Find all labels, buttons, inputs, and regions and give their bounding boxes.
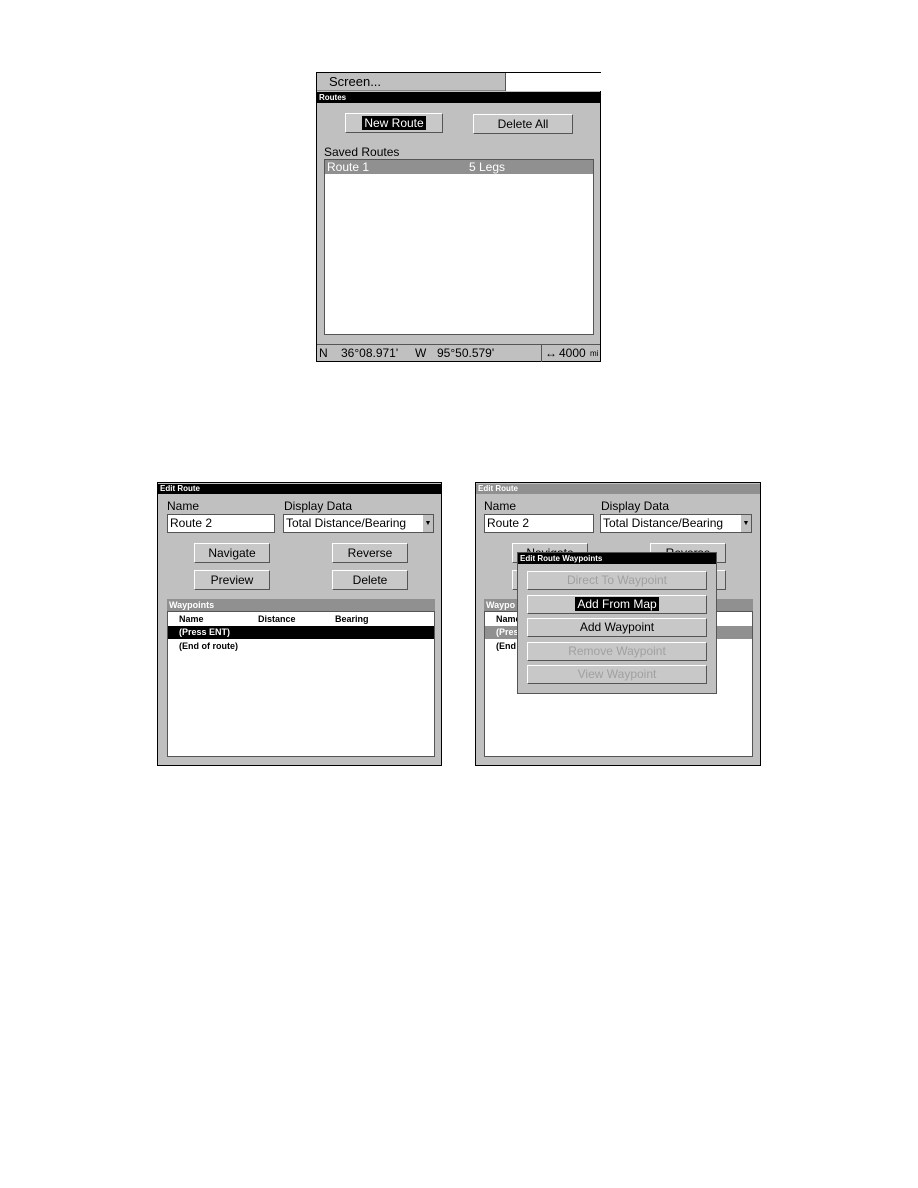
route-name: Route 1 (327, 160, 370, 174)
preview-button[interactable]: Preview (194, 570, 270, 590)
edit-route-popup-screen: Edit Route Name Route 2 Display Data Tot… (475, 482, 761, 766)
column-bearing: Bearing (335, 614, 369, 624)
zoom-unit: mi (590, 349, 599, 358)
zoom-value: 4000 (559, 346, 586, 360)
display-data-dropdown[interactable]: Total Distance/Bearing ▼ (600, 514, 752, 533)
waypoint-row[interactable]: (Press ENT) (168, 626, 434, 639)
delete-all-button[interactable]: Delete All (473, 114, 573, 134)
name-label: Name (167, 499, 200, 513)
routes-title-bar: Routes (317, 92, 600, 103)
remove-waypoint-button[interactable]: Remove Waypoint (527, 642, 707, 661)
display-data-label: Display Data (284, 499, 353, 513)
saved-routes-label: Saved Routes (324, 145, 400, 159)
saved-routes-list[interactable]: Route 1 5 Legs (324, 159, 594, 335)
display-data-value: Total Distance/Bearing (603, 516, 724, 530)
edit-route-title-bar: Edit Route (158, 484, 441, 494)
direct-to-waypoint-button[interactable]: Direct To Waypoint (527, 571, 707, 590)
lat-hemisphere: N (319, 346, 328, 360)
routes-screen: Screen... Routes New Route Delete All Sa… (316, 72, 601, 362)
name-input[interactable]: Route 2 (484, 514, 594, 533)
display-data-value: Total Distance/Bearing (286, 516, 407, 530)
longitude: 95°50.579' (437, 346, 495, 360)
manual-page: Screen... Routes New Route Delete All Sa… (0, 0, 918, 1188)
column-distance: Distance (258, 614, 296, 624)
edit-route-screen: Edit Route Name Route 2 Display Data Tot… (157, 482, 442, 766)
route-legs: 5 Legs (469, 160, 506, 174)
add-waypoint-button[interactable]: Add Waypoint (527, 618, 707, 637)
add-from-map-button[interactable]: Add From Map (527, 595, 707, 614)
status-bar: N 36°08.971' W 95°50.579' ↔ 4000 mi (317, 344, 600, 362)
edit-route-title-bar: Edit Route (476, 484, 760, 494)
name-label: Name (484, 499, 517, 513)
column-name: Name (179, 614, 204, 624)
waypoints-list[interactable]: Name Distance Bearing (Press ENT) (End o… (167, 611, 435, 757)
waypoints-header: Waypoints (167, 599, 435, 611)
waypoint-row[interactable]: (End of route) (168, 640, 434, 653)
display-data-label: Display Data (601, 499, 670, 513)
zoom-box: ↔ 4000 mi (541, 345, 601, 362)
view-waypoint-button[interactable]: View Waypoint (527, 665, 707, 684)
double-arrow-icon: ↔ (545, 346, 557, 360)
add-from-map-label: Add From Map (575, 597, 659, 611)
lon-hemisphere: W (415, 346, 427, 360)
reverse-button[interactable]: Reverse (332, 543, 408, 563)
name-input[interactable]: Route 2 (167, 514, 275, 533)
new-route-label: New Route (362, 116, 426, 130)
new-route-button[interactable]: New Route (345, 113, 443, 133)
screen-menu[interactable]: Screen... (317, 73, 505, 91)
delete-button[interactable]: Delete (332, 570, 408, 590)
chevron-down-icon[interactable]: ▼ (741, 515, 751, 532)
edit-route-waypoints-popup: Edit Route Waypoints Direct To Waypoint … (517, 552, 717, 694)
chevron-down-icon[interactable]: ▼ (423, 515, 433, 532)
route-row[interactable]: Route 1 5 Legs (325, 160, 593, 174)
display-data-dropdown[interactable]: Total Distance/Bearing ▼ (283, 514, 434, 533)
map-preview (505, 73, 601, 91)
navigate-button[interactable]: Navigate (194, 543, 270, 563)
popup-title-bar: Edit Route Waypoints (518, 553, 716, 564)
latitude: 36°08.971' (341, 346, 399, 360)
